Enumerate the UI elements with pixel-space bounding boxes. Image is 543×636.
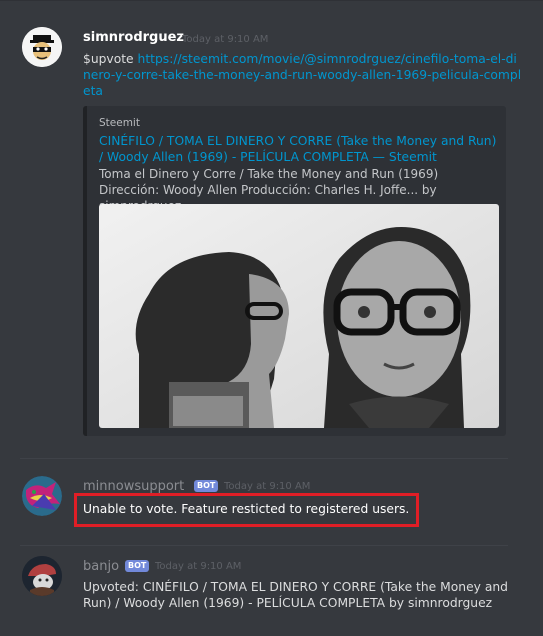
avatar-simnrodrguez[interactable] [22, 27, 62, 67]
message-content: Upvoted: CINÉFILO / TOMA EL DINERO Y COR… [83, 580, 508, 610]
steemit-link[interactable]: https://steemit.com/movie/@simnrodrguez/… [83, 52, 521, 98]
message-timestamp: Today at 9:10 AM [182, 34, 269, 45]
embed-thumbnail-image[interactable] [99, 204, 499, 428]
link-embed: Steemit CINÉFILO / TOMA EL DINERO Y CORR… [83, 106, 506, 436]
message-divider [20, 458, 508, 459]
username[interactable]: minnowsupport [83, 479, 184, 494]
red-highlight-annotation [74, 493, 419, 527]
username[interactable]: banjo [83, 559, 119, 574]
masked-face-icon [22, 27, 62, 67]
username[interactable]: simnrodrguez [83, 30, 184, 45]
top-divider [0, 0, 543, 5]
mugshot-photo-icon [99, 204, 499, 428]
chat-messages: simnrodrguez Today at 9:10 AM $upvote ht… [0, 0, 543, 636]
message-content: $upvote https://steemit.com/movie/@simnr… [83, 51, 523, 99]
fish-logo-icon [22, 476, 62, 516]
message-divider [20, 545, 508, 546]
bot-tag: BOT [194, 480, 219, 492]
message-timestamp: Today at 9:10 AM [155, 561, 242, 572]
avatar-minnowsupport[interactable] [22, 476, 62, 516]
upvote-command: $upvote [83, 52, 134, 66]
bot-tag: BOT [125, 560, 150, 572]
banjo-character-icon [22, 556, 62, 596]
avatar-banjo[interactable] [22, 556, 62, 596]
embed-title-link[interactable]: CINÉFILO / TOMA EL DINERO Y CORRE (Take … [99, 133, 501, 165]
embed-provider: Steemit [99, 117, 140, 129]
message-timestamp: Today at 9:10 AM [224, 481, 311, 492]
